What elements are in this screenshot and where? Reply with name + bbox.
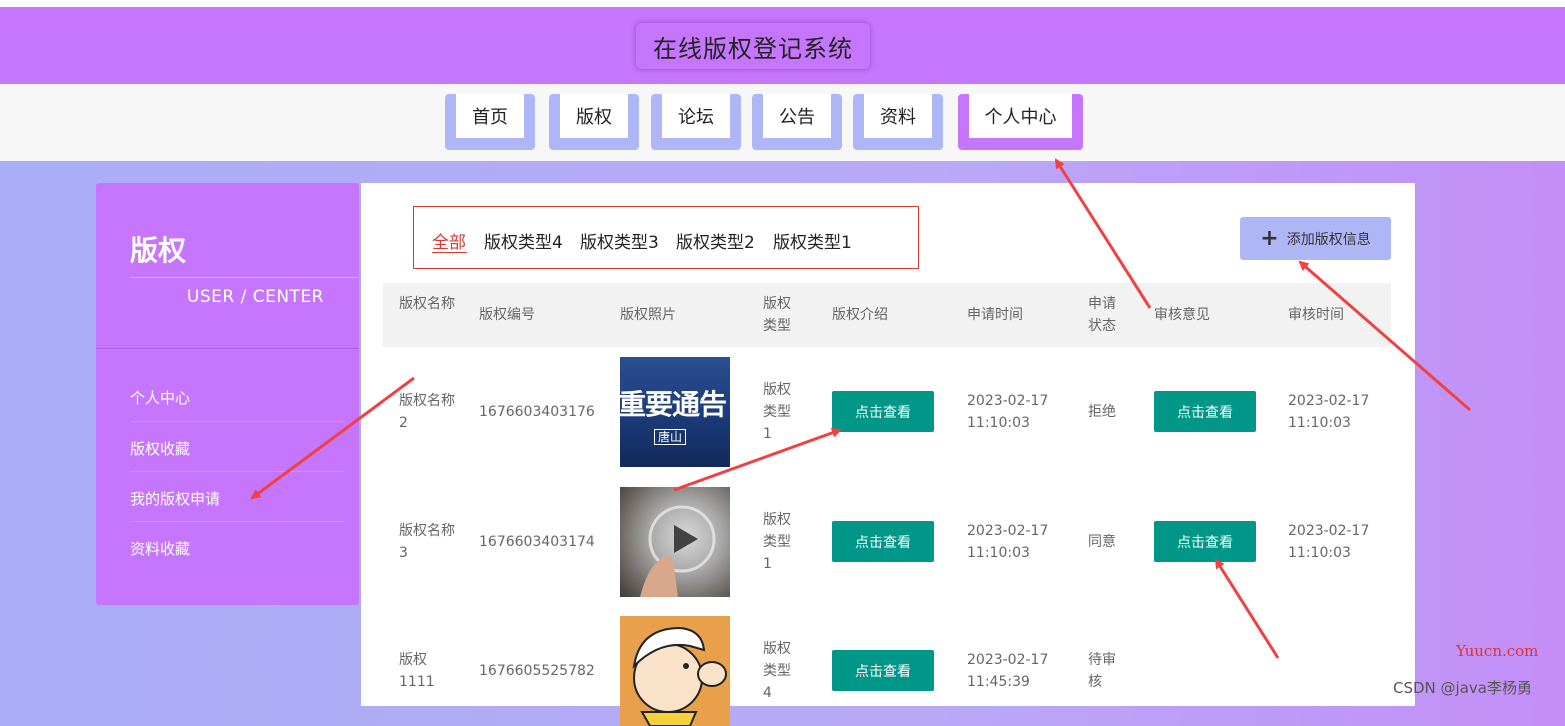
view-review-button[interactable]: 点击查看 — [1154, 391, 1256, 432]
copyright-photo[interactable] — [620, 487, 730, 597]
nav-item-materials[interactable]: 资料 — [853, 94, 943, 150]
sidebar-title: 版权 — [130, 234, 187, 267]
nav-item-home[interactable]: 首页 — [445, 94, 535, 150]
sidebar-item-material-favorites[interactable]: 资料收藏 — [130, 523, 344, 573]
cell-status: 待审核 — [1088, 652, 1116, 690]
add-copyright-button[interactable]: + 添加版权信息 — [1240, 217, 1391, 260]
sidebar: 版权 USER / CENTER 个人中心 版权收藏 我的版权申请 资料收藏 — [96, 183, 359, 605]
cell-apply-time: 2023-02-17 11:10:03 — [967, 393, 1049, 431]
play-icon — [640, 505, 716, 597]
cell-number: 1676603403176 — [479, 404, 595, 420]
col-header-status: 申请状态 — [1088, 296, 1116, 334]
sidebar-divider — [130, 277, 358, 278]
view-intro-button[interactable]: 点击查看 — [832, 650, 934, 691]
cell-status: 同意 — [1088, 534, 1116, 550]
nav-item-copyright[interactable]: 版权 — [549, 94, 639, 150]
cell-review-time: 2023-02-17 11:10:03 — [1288, 393, 1370, 431]
cell-number: 1676605525782 — [479, 663, 595, 679]
nav-item-label: 首页 — [456, 94, 524, 138]
view-review-button[interactable]: 点击查看 — [1154, 521, 1256, 562]
sidebar-item-my-applications[interactable]: 我的版权申请 — [130, 473, 344, 523]
sidebar-item-divider — [130, 521, 344, 522]
cell-review-time: 2023-02-17 11:10:03 — [1288, 523, 1370, 561]
col-header-photo: 版权照片 — [620, 307, 676, 323]
photo-caption: 重要通告 — [620, 388, 727, 421]
col-header-intro: 版权介绍 — [832, 307, 888, 323]
filter-tab-type1[interactable]: 版权类型1 — [773, 228, 852, 253]
filter-tab-all[interactable]: 全部 — [432, 228, 466, 253]
nav-item-label: 论坛 — [662, 94, 730, 138]
copyright-photo[interactable] — [620, 616, 730, 726]
cell-name: 版权名称2 — [399, 393, 455, 431]
cell-type: 版权类型1 — [763, 512, 791, 572]
nav-item-label: 版权 — [560, 94, 628, 138]
copyright-photo[interactable]: 重要通告 唐山 — [620, 357, 730, 467]
top-strip — [0, 0, 1565, 7]
nav-item-label: 个人中心 — [969, 94, 1072, 138]
watermark-author: CSDN @java李杨勇 — [1393, 679, 1532, 697]
cell-type: 版权类型4 — [763, 641, 791, 701]
filter-active-underline — [432, 252, 467, 253]
cartoon-icon — [632, 626, 727, 726]
cell-status: 拒绝 — [1088, 404, 1116, 420]
col-header-number: 版权编号 — [479, 307, 535, 323]
col-header-review-time: 审核时间 — [1288, 307, 1344, 323]
sidebar-item-copyright-favorites[interactable]: 版权收藏 — [130, 423, 344, 473]
photo-logo: 唐山 — [654, 429, 687, 445]
filter-tab-type4[interactable]: 版权类型4 — [484, 228, 563, 253]
filter-tab-type2[interactable]: 版权类型2 — [676, 228, 755, 253]
cell-name: 版权名称3 — [399, 523, 455, 561]
col-header-name: 版权名称 — [399, 296, 455, 312]
nav-item-notice[interactable]: 公告 — [752, 94, 842, 150]
sidebar-divider — [96, 348, 359, 349]
cell-apply-time: 2023-02-17 11:10:03 — [967, 523, 1049, 561]
add-copyright-label: 添加版权信息 — [1286, 231, 1371, 248]
cell-type: 版权类型1 — [763, 382, 791, 442]
sidebar-item-divider — [130, 421, 344, 422]
site-title: 在线版权登记系统 — [636, 23, 870, 69]
col-header-review: 审核意见 — [1154, 307, 1210, 323]
view-intro-button[interactable]: 点击查看 — [832, 521, 934, 562]
sidebar-item-divider — [130, 471, 344, 472]
sidebar-subtitle: USER / CENTER — [186, 287, 324, 307]
plus-icon: + — [1260, 225, 1279, 251]
watermark-site: Yuucn.com — [1456, 642, 1539, 660]
cell-name: 版权1111 — [399, 652, 435, 690]
col-header-apply-time: 申请时间 — [967, 307, 1023, 323]
nav-item-label: 公告 — [763, 94, 831, 138]
sidebar-item-user-center[interactable]: 个人中心 — [130, 372, 344, 422]
nav-item-label: 资料 — [864, 94, 932, 138]
col-header-type: 版权类型 — [763, 296, 791, 334]
cell-apply-time: 2023-02-17 11:45:39 — [967, 652, 1049, 690]
nav-item-user-center[interactable]: 个人中心 — [958, 94, 1083, 150]
view-intro-button[interactable]: 点击查看 — [832, 391, 934, 432]
cell-number: 1676603403174 — [479, 534, 595, 550]
nav-item-forum[interactable]: 论坛 — [651, 94, 741, 150]
filter-tab-type3[interactable]: 版权类型3 — [580, 228, 659, 253]
